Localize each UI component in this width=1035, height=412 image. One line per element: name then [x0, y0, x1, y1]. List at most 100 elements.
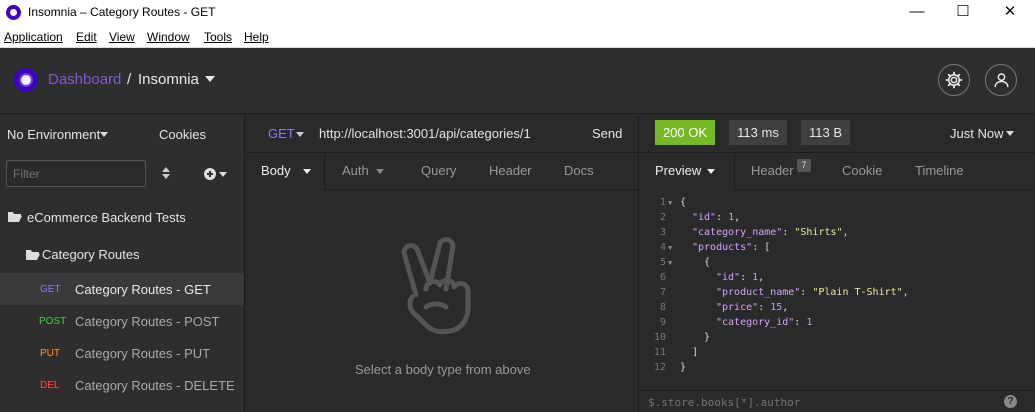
- request-item-post[interactable]: POST Category Routes - POST: [0, 305, 244, 337]
- request-tabs: Body Auth Query Header Docs: [246, 153, 639, 190]
- status-badge: 200 OK: [655, 120, 715, 145]
- request-name: Category Routes - POST: [75, 314, 220, 329]
- line-number: 2: [659, 212, 666, 223]
- response-status-bar: 200 OK 113 ms 113 B Just Now: [640, 115, 1035, 153]
- code-line: 1 ▼ {: [640, 197, 1035, 212]
- menu-application[interactable]: Application: [4, 30, 63, 44]
- code-line: 11]: [640, 347, 1035, 362]
- request-item-put[interactable]: PUT Category Routes - PUT: [0, 337, 244, 369]
- add-chevron-icon[interactable]: [219, 172, 227, 177]
- chevron-down-icon[interactable]: [1006, 131, 1014, 136]
- code-text: "id": 1,: [716, 272, 765, 283]
- tab-cookie[interactable]: Cookie: [842, 153, 882, 190]
- request-name: Category Routes - PUT: [75, 346, 211, 361]
- line-number: 1: [659, 197, 666, 208]
- tab-docs[interactable]: Docs: [564, 153, 594, 190]
- url-input[interactable]: http://localhost:3001/api/categories/1: [319, 126, 531, 141]
- line-number: 7: [659, 287, 666, 298]
- maximize-button[interactable]: ☐: [948, 2, 978, 22]
- gear-icon: [945, 71, 963, 89]
- app-header: Dashboard / Insomnia: [0, 48, 1035, 114]
- tab-auth[interactable]: Auth: [342, 153, 384, 190]
- chevron-down-icon: [376, 169, 384, 174]
- code-line: 9 "category_id": 1: [640, 317, 1035, 332]
- send-button[interactable]: Send: [592, 126, 622, 141]
- cookies-button[interactable]: Cookies: [159, 127, 206, 142]
- code-text: "products": [: [692, 242, 771, 253]
- account-button[interactable]: [985, 64, 1017, 96]
- code-text: {: [680, 197, 687, 208]
- code-text: {: [704, 257, 711, 268]
- request-item-get[interactable]: GET Category Routes - GET: [0, 273, 244, 305]
- line-number: 10: [653, 332, 666, 343]
- category-routes-folder[interactable]: Category Routes: [42, 247, 140, 262]
- breadcrumb-separator: /: [127, 71, 132, 88]
- line-number: 6: [659, 272, 666, 283]
- code-line: 2 "id": 1,: [640, 212, 1035, 227]
- minimize-button[interactable]: —: [902, 2, 932, 22]
- url-bar: GET http://localhost:3001/api/categories…: [246, 115, 639, 153]
- header-count-badge: 7: [797, 159, 811, 172]
- settings-button[interactable]: [938, 64, 970, 96]
- response-size-badge: 113 B: [801, 120, 850, 145]
- chevron-down-icon: [303, 169, 311, 174]
- request-name: Category Routes - GET: [75, 282, 211, 297]
- method-badge: POST: [39, 316, 67, 327]
- code-text: "id": 1,: [692, 212, 741, 223]
- window-titlebar: Insomnia – Category Routes - GET — ☐ ✕: [0, 0, 1035, 25]
- menu-view[interactable]: View: [109, 30, 135, 44]
- response-filter-input[interactable]: [648, 394, 948, 410]
- peace-hand-icon: [401, 237, 471, 335]
- method-badge: DEL: [40, 380, 60, 391]
- response-pane: 200 OK 113 ms 113 B Just Now Preview Hea…: [640, 115, 1035, 412]
- user-icon: [994, 73, 1009, 88]
- help-icon[interactable]: ?: [1004, 395, 1017, 408]
- line-number: 8: [659, 302, 666, 313]
- response-time-badge: 113 ms: [729, 120, 787, 145]
- fold-toggle-icon[interactable]: ▼: [668, 259, 672, 267]
- code-text: }: [704, 332, 711, 343]
- sort-icon[interactable]: [162, 167, 170, 179]
- line-number: 12: [653, 362, 666, 373]
- code-text: ]: [692, 347, 699, 358]
- code-line: 10}: [640, 332, 1035, 347]
- tab-preview-label: Preview: [655, 163, 702, 178]
- close-button[interactable]: ✕: [995, 2, 1025, 22]
- menu-window[interactable]: Window: [147, 30, 190, 44]
- menu-tools[interactable]: Tools: [204, 30, 232, 44]
- code-text: "category_id": 1: [716, 317, 813, 328]
- method-badge: PUT: [40, 348, 60, 359]
- line-number: 4: [659, 242, 666, 253]
- tab-response-header[interactable]: Header 7: [751, 153, 811, 190]
- request-item-delete[interactable]: DEL Category Routes - DELETE: [0, 369, 244, 401]
- tab-body[interactable]: Body: [246, 153, 325, 190]
- tab-auth-label: Auth: [342, 163, 369, 178]
- chevron-down-icon: [707, 169, 715, 174]
- menu-help[interactable]: Help: [244, 30, 269, 44]
- add-plus-icon[interactable]: [204, 168, 216, 180]
- chevron-down-icon[interactable]: [205, 76, 215, 82]
- environment-chevron-icon[interactable]: [100, 132, 108, 137]
- fold-toggle-icon[interactable]: ▼: [668, 244, 672, 252]
- menu-edit[interactable]: Edit: [76, 30, 97, 44]
- insomnia-app-icon: [6, 5, 21, 20]
- tab-header[interactable]: Header: [489, 153, 532, 190]
- method-chevron-icon[interactable]: [296, 132, 304, 137]
- code-line: 8 "price": 15,: [640, 302, 1035, 317]
- workspace-name[interactable]: Insomnia: [138, 71, 199, 88]
- sidebar: No Environment Cookies eCommerce Backend…: [0, 115, 245, 412]
- workspace-folder[interactable]: eCommerce Backend Tests: [27, 210, 186, 225]
- method-badge: GET: [40, 284, 61, 295]
- code-text: "category_name": "Shirts",: [692, 227, 849, 238]
- response-history-selector[interactable]: Just Now: [950, 126, 1003, 141]
- fold-toggle-icon[interactable]: ▼: [668, 199, 672, 207]
- tab-query[interactable]: Query: [421, 153, 456, 190]
- folder-open-icon: [26, 250, 40, 260]
- environment-selector[interactable]: No Environment: [7, 127, 100, 142]
- line-number: 3: [659, 227, 666, 238]
- tab-preview[interactable]: Preview: [640, 153, 735, 190]
- dashboard-link[interactable]: Dashboard: [48, 71, 121, 88]
- method-selector[interactable]: GET: [268, 126, 295, 141]
- sidebar-filter-input[interactable]: [6, 160, 146, 187]
- tab-timeline[interactable]: Timeline: [915, 153, 964, 190]
